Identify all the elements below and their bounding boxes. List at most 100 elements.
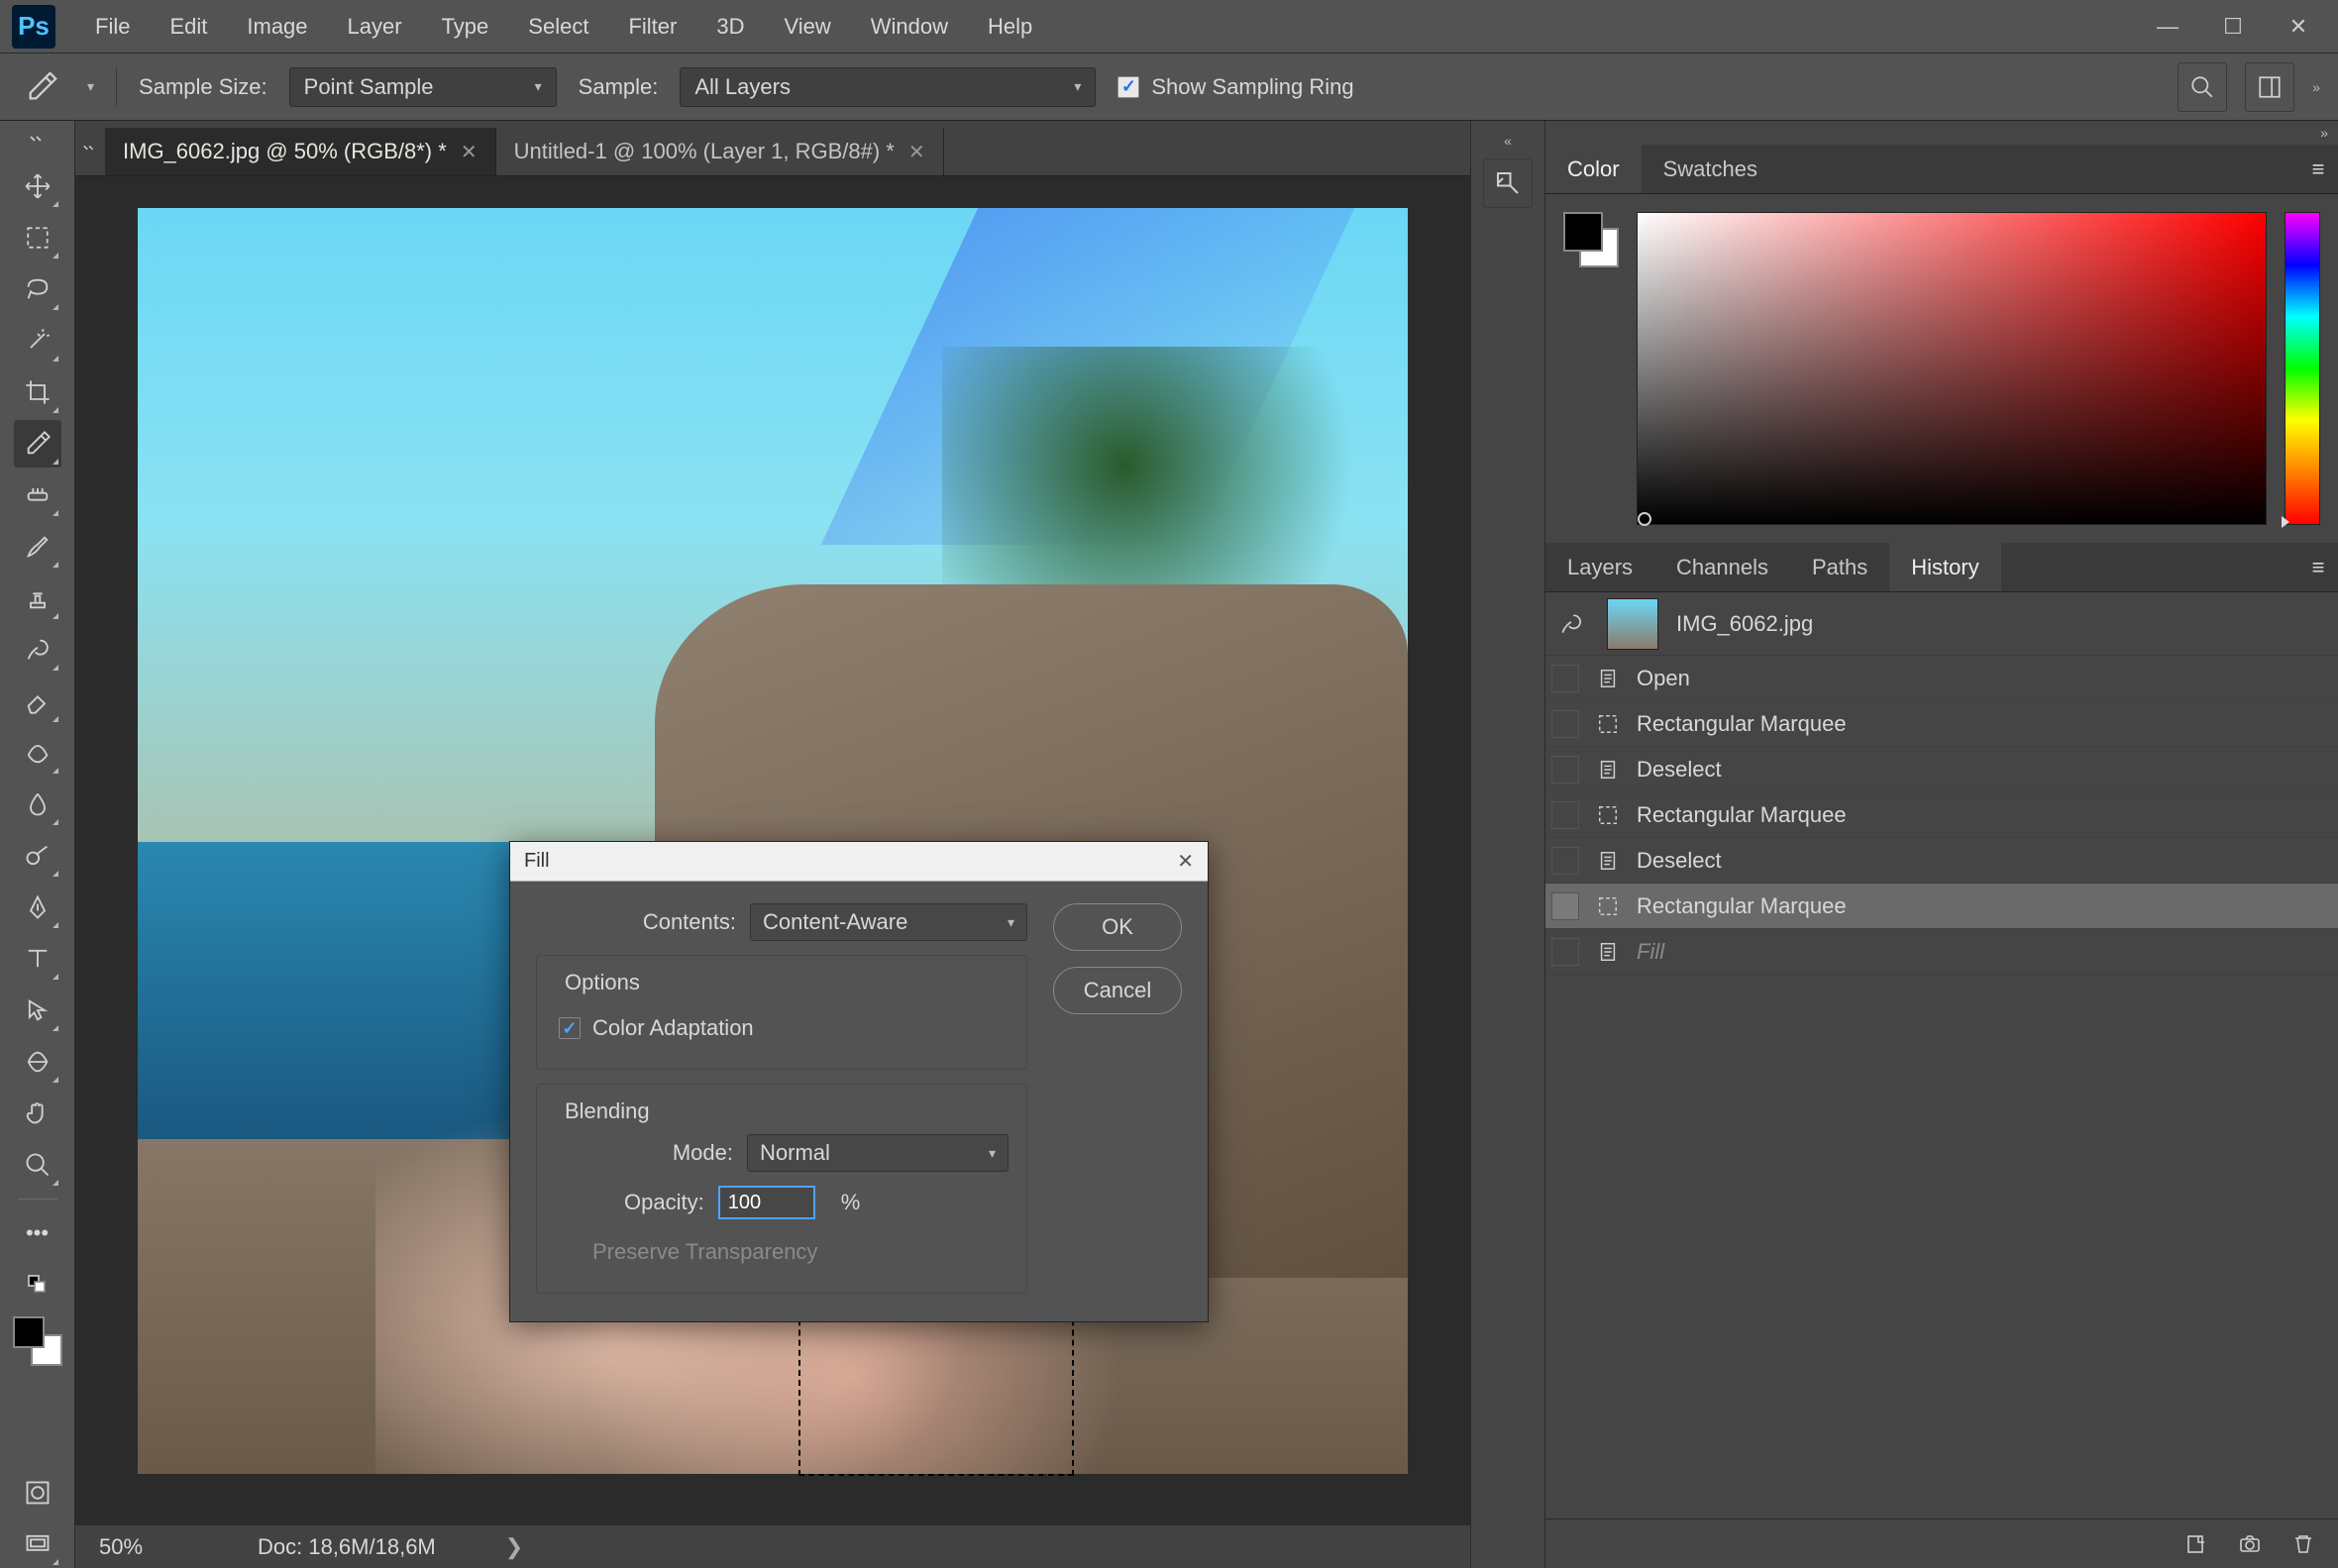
history-item[interactable]: Rectangular Marquee xyxy=(1545,701,2338,747)
menu-type[interactable]: Type xyxy=(422,0,509,52)
tab-swatches[interactable]: Swatches xyxy=(1642,145,1779,193)
history-state-marker[interactable] xyxy=(1551,756,1579,784)
zoom-level[interactable]: 50% xyxy=(99,1534,218,1560)
new-document-from-state-icon[interactable] xyxy=(2181,1529,2211,1559)
screen-mode-button[interactable] xyxy=(14,1520,61,1568)
history-item[interactable]: Open xyxy=(1545,656,2338,701)
history-state-marker[interactable] xyxy=(1551,801,1579,829)
hue-slider-handle[interactable] xyxy=(2282,516,2289,528)
dodge-tool[interactable] xyxy=(14,832,61,880)
eyedropper-tool[interactable] xyxy=(14,420,61,468)
cancel-button[interactable]: Cancel xyxy=(1053,967,1182,1014)
document-tab-active[interactable]: IMG_6062.jpg @ 50% (RGB/8*) * ✕ xyxy=(105,128,496,175)
status-flyout-icon[interactable]: ❯ xyxy=(505,1534,523,1560)
history-item[interactable]: Deselect xyxy=(1545,747,2338,792)
menu-filter[interactable]: Filter xyxy=(608,0,696,52)
history-state-marker[interactable] xyxy=(1551,847,1579,875)
path-selection-tool[interactable] xyxy=(14,987,61,1034)
brush-tool[interactable] xyxy=(14,523,61,571)
lasso-tool[interactable] xyxy=(14,265,61,313)
menu-edit[interactable]: Edit xyxy=(150,0,227,52)
healing-brush-tool[interactable] xyxy=(14,471,61,519)
delete-state-icon[interactable] xyxy=(2288,1529,2318,1559)
history-source-row[interactable]: IMG_6062.jpg xyxy=(1545,592,2338,656)
tab-strip-expand-icon[interactable] xyxy=(75,121,105,175)
close-tab-icon[interactable]: ✕ xyxy=(908,140,925,164)
history-state-marker[interactable] xyxy=(1551,710,1579,738)
panel-menu-icon[interactable]: ≡ xyxy=(2298,157,2338,182)
foreground-color-swatch[interactable] xyxy=(13,1316,45,1348)
default-colors-icon[interactable] xyxy=(14,1261,61,1308)
toolbox-expand-icon[interactable] xyxy=(27,135,49,149)
history-item[interactable]: Deselect xyxy=(1545,838,2338,884)
dock-expand-icon[interactable]: « xyxy=(1504,133,1512,149)
document-tab-inactive[interactable]: Untitled-1 @ 100% (Layer 1, RGB/8#) * ✕ xyxy=(496,128,944,175)
color-fg-bg-swatch[interactable] xyxy=(1563,212,1619,267)
edit-toolbar-button[interactable]: ••• xyxy=(14,1209,61,1257)
history-brush-tool[interactable] xyxy=(14,626,61,674)
show-sampling-ring-checkbox[interactable] xyxy=(1117,76,1139,98)
panel-menu-icon[interactable]: ≡ xyxy=(2298,555,2338,580)
history-brush-source-icon[interactable] xyxy=(1553,606,1589,642)
zoom-tool[interactable] xyxy=(14,1141,61,1189)
crop-tool[interactable] xyxy=(14,368,61,416)
ok-button[interactable]: OK xyxy=(1053,903,1182,951)
close-window-button[interactable]: ✕ xyxy=(2285,13,2312,41)
history-state-marker[interactable] xyxy=(1551,938,1579,966)
color-adaptation-checkbox[interactable] xyxy=(559,1017,581,1039)
color-picker-cursor[interactable] xyxy=(1638,512,1651,526)
new-snapshot-icon[interactable] xyxy=(2235,1529,2265,1559)
eyedropper-tool-icon[interactable] xyxy=(18,63,65,111)
sample-dropdown[interactable]: All Layers ▾ xyxy=(680,67,1096,107)
minimize-button[interactable]: — xyxy=(2154,13,2181,41)
contents-dropdown[interactable]: Content-Aware ▾ xyxy=(750,903,1027,941)
workspace-switcher-button[interactable] xyxy=(2245,62,2294,112)
color-field[interactable] xyxy=(1637,212,2267,525)
history-state-marker[interactable] xyxy=(1551,665,1579,692)
type-tool[interactable] xyxy=(14,935,61,983)
quick-mask-button[interactable] xyxy=(14,1469,61,1516)
dock-collapse-icon[interactable]: » xyxy=(1545,121,2338,145)
opacity-input[interactable] xyxy=(718,1186,815,1219)
close-tab-icon[interactable]: ✕ xyxy=(461,140,478,164)
menu-3d[interactable]: 3D xyxy=(696,0,764,52)
dialog-close-icon[interactable]: ✕ xyxy=(1177,849,1194,874)
hand-tool[interactable] xyxy=(14,1090,61,1137)
menu-image[interactable]: Image xyxy=(227,0,327,52)
canvas-viewport[interactable]: Fill ✕ Contents: Content-Aware ▾ xyxy=(75,176,1470,1524)
sample-size-dropdown[interactable]: Point Sample ▾ xyxy=(289,67,557,107)
menu-layer[interactable]: Layer xyxy=(328,0,422,52)
history-item[interactable]: Rectangular Marquee xyxy=(1545,792,2338,838)
tab-layers[interactable]: Layers xyxy=(1545,543,1654,591)
shape-tool[interactable] xyxy=(14,1038,61,1086)
tool-preset-caret-icon[interactable]: ▾ xyxy=(87,78,94,95)
doc-size[interactable]: Doc: 18,6M/18,6M xyxy=(258,1534,436,1560)
pen-tool[interactable] xyxy=(14,884,61,931)
menu-select[interactable]: Select xyxy=(508,0,608,52)
menu-window[interactable]: Window xyxy=(851,0,968,52)
mode-dropdown[interactable]: Normal ▾ xyxy=(747,1134,1009,1172)
dialog-titlebar[interactable]: Fill ✕ xyxy=(510,842,1208,882)
history-item[interactable]: Fill xyxy=(1545,929,2338,975)
tab-paths[interactable]: Paths xyxy=(1790,543,1889,591)
options-expand-icon[interactable]: » xyxy=(2312,79,2320,95)
maximize-button[interactable]: ☐ xyxy=(2219,13,2247,41)
rectangular-marquee-tool[interactable] xyxy=(14,214,61,261)
tab-channels[interactable]: Channels xyxy=(1654,543,1790,591)
menu-view[interactable]: View xyxy=(764,0,850,52)
search-button[interactable] xyxy=(2178,62,2227,112)
tab-color[interactable]: Color xyxy=(1545,145,1642,193)
hue-slider[interactable] xyxy=(2285,212,2320,525)
collapsed-panel-icon[interactable] xyxy=(1483,158,1533,208)
move-tool[interactable] xyxy=(14,162,61,210)
foreground-swatch[interactable] xyxy=(1563,212,1603,252)
blur-tool[interactable] xyxy=(14,781,61,828)
gradient-tool[interactable] xyxy=(14,729,61,777)
clone-stamp-tool[interactable] xyxy=(14,575,61,622)
magic-wand-tool[interactable] xyxy=(14,317,61,365)
foreground-background-swatch[interactable] xyxy=(13,1316,62,1366)
eraser-tool[interactable] xyxy=(14,678,61,725)
history-item[interactable]: Rectangular Marquee xyxy=(1545,884,2338,929)
tab-history[interactable]: History xyxy=(1889,543,2000,591)
history-state-marker[interactable] xyxy=(1551,892,1579,920)
